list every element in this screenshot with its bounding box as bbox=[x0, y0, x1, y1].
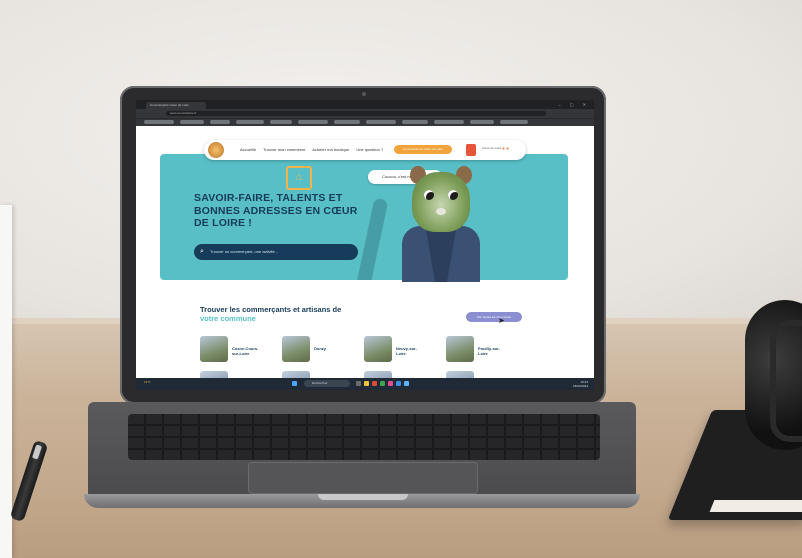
mouse-cursor-icon: ➤ bbox=[498, 316, 505, 325]
bookmark-item[interactable] bbox=[434, 120, 464, 124]
communes-section-title: Trouver les commerçants et artisans de v… bbox=[200, 305, 410, 323]
nav-menu: Accueillir Trouver mon commerce Acheter … bbox=[240, 147, 389, 152]
bookmark-item[interactable] bbox=[144, 120, 174, 124]
bookmark-item[interactable] bbox=[334, 120, 360, 124]
bookmark-item[interactable] bbox=[402, 120, 428, 124]
social-icons[interactable]: ●● bbox=[502, 146, 510, 152]
shop-icon: ⌂ bbox=[286, 166, 312, 190]
section-title-accent: votre commune bbox=[200, 313, 256, 323]
taskbar-search[interactable]: Rechercher bbox=[304, 380, 350, 387]
webcam bbox=[362, 92, 366, 96]
commune-photo bbox=[364, 336, 392, 362]
bookmark-item[interactable] bbox=[180, 120, 204, 124]
browser-tab[interactable]: Commerçants Cœur de Loire bbox=[146, 102, 206, 109]
clock-date: 18/04/2024 bbox=[572, 384, 588, 388]
bookmark-item[interactable] bbox=[500, 120, 528, 124]
app-icon[interactable] bbox=[404, 381, 409, 386]
mascot-eye bbox=[424, 190, 434, 200]
nav-item-accueillir[interactable]: Accueillir bbox=[240, 147, 256, 152]
app-icon[interactable] bbox=[388, 381, 393, 386]
notebook-pages bbox=[709, 500, 802, 512]
search-icon[interactable]: ⌕ bbox=[200, 248, 204, 256]
bookmark-item[interactable] bbox=[236, 120, 264, 124]
hero-title: SAVOIR-FAIRE, TALENTS ET BONNES ADRESSES… bbox=[194, 192, 358, 229]
commune-name: Pouilly-sur-Loire bbox=[478, 346, 501, 356]
start-icon[interactable] bbox=[292, 381, 297, 386]
task-view-icon[interactable] bbox=[356, 381, 361, 386]
commune-photo bbox=[282, 336, 310, 362]
nav-cta-button[interactable]: Commercer en Cœur de Loire bbox=[394, 145, 452, 154]
commune-name: Neuvy-sur-Loire bbox=[396, 346, 417, 356]
commune-photo bbox=[200, 336, 228, 362]
app-icon[interactable] bbox=[380, 381, 385, 386]
commune-name: Cosne-Cours-sur-Loire bbox=[232, 346, 259, 356]
taskbar-clock[interactable]: 10:24 18/04/2024 bbox=[573, 380, 588, 388]
browser-icon[interactable] bbox=[372, 381, 377, 386]
bookmark-item[interactable] bbox=[210, 120, 230, 124]
web-page: Accueillir Trouver mon commerce Acheter … bbox=[136, 126, 594, 381]
browser-tab-bar: Commerçants Cœur de Loire – ▢ ✕ bbox=[136, 100, 594, 109]
window-controls[interactable]: – ▢ ✕ bbox=[558, 102, 590, 107]
commune-photo bbox=[446, 336, 474, 362]
nav-item-acheter[interactable]: Acheter ma boutique bbox=[312, 147, 349, 152]
headphone-band bbox=[770, 320, 802, 442]
mascot-eye bbox=[448, 190, 458, 200]
taskbar-weather[interactable]: 13°C bbox=[144, 380, 151, 384]
bookmark-item[interactable] bbox=[470, 120, 494, 124]
hero-search-input[interactable]: Trouver un commerçant, une activité... bbox=[194, 244, 358, 260]
laptop-trackpad bbox=[248, 462, 478, 494]
app-icon[interactable] bbox=[396, 381, 401, 386]
mascot-head bbox=[412, 172, 470, 232]
nav-item-trouver[interactable]: Trouver mon commerce bbox=[263, 147, 305, 152]
laptop-screen: Commerçants Cœur de Loire – ▢ ✕ www.coeu… bbox=[136, 100, 594, 390]
mascot-muzzle bbox=[436, 208, 446, 215]
white-board-edge bbox=[0, 205, 12, 558]
bookmark-item[interactable] bbox=[298, 120, 328, 124]
bookmark-item[interactable] bbox=[270, 120, 292, 124]
commune-name: Donzy bbox=[314, 346, 326, 351]
bookmark-item[interactable] bbox=[366, 120, 396, 124]
partner-logo-text: Cœur de Loire bbox=[482, 146, 502, 150]
address-bar[interactable]: www.coeurdeloire.fr bbox=[166, 111, 546, 116]
lid-notch bbox=[318, 494, 408, 500]
nav-item-question[interactable]: Une question ? bbox=[356, 147, 383, 152]
laptop-keyboard bbox=[128, 414, 600, 460]
all-communes-button[interactable]: Voir toutes les communes bbox=[466, 312, 522, 322]
site-logo[interactable] bbox=[208, 142, 224, 158]
partner-logo[interactable] bbox=[466, 144, 476, 156]
file-explorer-icon[interactable] bbox=[364, 381, 369, 386]
